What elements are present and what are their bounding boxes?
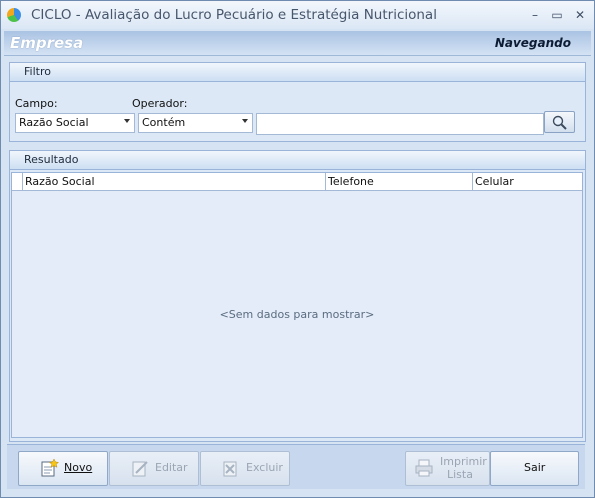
column-header-celular[interactable]: Celular (472, 173, 582, 190)
edit-button-label: Editar (155, 461, 188, 474)
print-button-label-line2: Lista (447, 468, 473, 481)
maximize-button[interactable]: ▭ (547, 7, 567, 23)
field-label: Campo: (15, 97, 58, 110)
empty-message: <Sem dados para mostrar> (219, 308, 375, 321)
new-document-icon (41, 459, 59, 477)
delete-button-label: Excluir (246, 461, 283, 474)
field-select[interactable]: Razão Social (15, 113, 135, 133)
window-title: CICLO - Avaliação do Lucro Pecuário e Es… (31, 7, 437, 23)
form-header: Empresa Navegando (4, 31, 591, 56)
result-group-header: Resultado (10, 151, 585, 170)
chevron-down-icon[interactable] (124, 119, 130, 123)
edit-document-icon (132, 461, 148, 477)
close-button[interactable]: ✕ (570, 7, 590, 23)
results-table[interactable]: Razão Social Telefone Celular <Sem dados… (11, 172, 583, 438)
search-button[interactable] (544, 111, 575, 133)
operator-select-value: Contém (142, 116, 186, 129)
new-button[interactable]: Novo (18, 451, 108, 486)
column-header-razao-social[interactable]: Razão Social (22, 173, 325, 190)
app-logo-icon (7, 8, 21, 22)
print-list-button[interactable]: Imprimir Lista (405, 451, 490, 486)
table-header: Razão Social Telefone Celular (12, 173, 582, 191)
status-label: Navegando (494, 36, 571, 50)
search-icon (552, 115, 567, 130)
page-title: Empresa (10, 34, 84, 52)
operator-select[interactable]: Contém (138, 113, 253, 133)
operator-label: Operador: (132, 97, 188, 110)
chevron-down-icon[interactable] (242, 119, 248, 123)
search-input[interactable] (256, 113, 544, 135)
filter-group-header: Filtro (10, 63, 585, 82)
application-window: CICLO - Avaliação do Lucro Pecuário e Es… (0, 0, 595, 498)
delete-document-icon (223, 461, 237, 477)
delete-button[interactable]: Excluir (200, 451, 290, 486)
bottom-toolbar: Novo Editar Excluir Imprimir Lista Sair (7, 444, 585, 489)
title-bar[interactable]: CICLO - Avaliação do Lucro Pecuário e Es… (1, 1, 594, 29)
printer-icon (415, 459, 433, 477)
minimize-button[interactable]: – (525, 7, 545, 23)
print-button-label-line1: Imprimir (440, 455, 487, 468)
field-select-value: Razão Social (19, 116, 89, 129)
edit-button[interactable]: Editar (109, 451, 199, 486)
result-group-title: Resultado (24, 153, 79, 166)
column-header-telefone[interactable]: Telefone (325, 173, 472, 190)
filter-group-title: Filtro (24, 65, 51, 78)
exit-button[interactable]: Sair (490, 451, 579, 486)
exit-button-label: Sair (524, 461, 546, 474)
new-button-label: Novo (64, 461, 93, 474)
